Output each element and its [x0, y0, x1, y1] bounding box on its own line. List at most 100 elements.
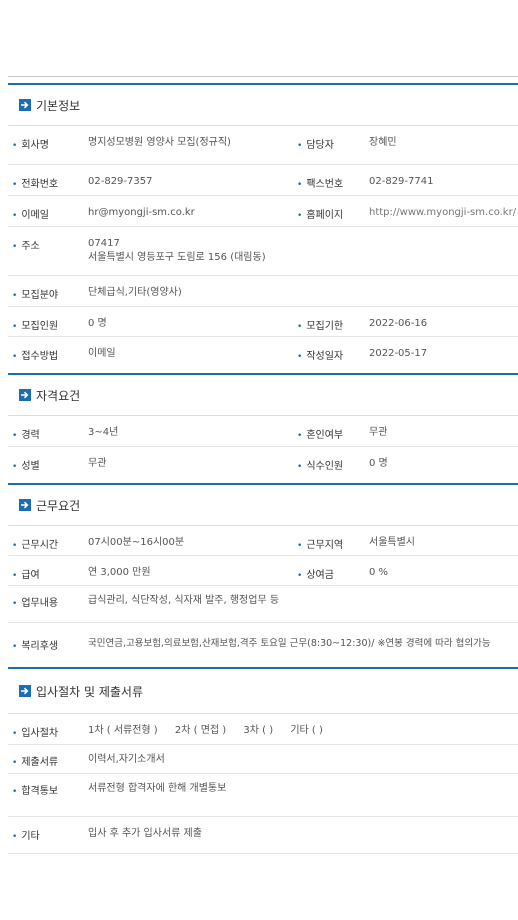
value-marriage: 무관	[369, 427, 388, 438]
label-steps: 입사절차	[21, 728, 59, 739]
value-fax: 02-829-7741	[369, 176, 434, 187]
row-field: • 모집분야 단체급식,기타(영양사)	[8, 276, 518, 307]
value-career: 3~4년	[88, 427, 119, 438]
label-notice: 합격통보	[21, 786, 59, 797]
bullet-icon: •	[12, 291, 18, 301]
bullet-icon: •	[297, 322, 303, 332]
bullet-icon: •	[12, 832, 18, 842]
label-written: 작성일자	[306, 351, 344, 362]
bullet-icon: •	[12, 431, 18, 441]
value-region: 서울특별시	[369, 537, 415, 548]
row-etc: • 기타 입사 후 추가 입사서류 제출	[8, 817, 518, 854]
step-1: 1차 ( 서류전형 )	[88, 725, 158, 736]
label-company: 회사명	[21, 140, 49, 151]
arrow-right-square-icon	[19, 389, 31, 401]
label-homepage: 홈페이지	[306, 210, 344, 221]
label-career: 경력	[21, 430, 40, 441]
label-address: 주소	[21, 241, 40, 252]
bullet-icon: •	[12, 599, 18, 609]
value-gender: 무관	[88, 458, 107, 469]
section-title-text: 입사절차 및 제출서류	[36, 684, 143, 699]
bullet-icon: •	[297, 571, 303, 581]
bullet-icon: •	[12, 571, 18, 581]
row-method: • 접수방법 이메일 • 작성일자 2022-05-17	[8, 337, 518, 373]
value-steps: 1차 ( 서류전형 ) 2차 ( 면접 ) 3차 ( ) 기타 ( )	[88, 724, 337, 738]
bullet-icon: •	[297, 352, 303, 362]
label-docs: 제출서류	[21, 757, 59, 768]
row-career: • 경력 3~4년 • 혼인여부 무관	[8, 416, 518, 447]
section-title-procedure: 입사절차 및 제출서류	[8, 669, 518, 714]
step-3: 3차 ( )	[243, 725, 274, 736]
bullet-icon: •	[297, 431, 303, 441]
row-steps: • 입사절차 1차 ( 서류전형 ) 2차 ( 면접 ) 3차 ( ) 기타 ( …	[8, 714, 518, 745]
value-method: 이메일	[88, 348, 116, 359]
top-divider	[8, 76, 518, 77]
value-etc: 입사 후 추가 입사서류 제출	[88, 828, 202, 839]
row-hours: • 근무시간 07시00분~16시00분 • 근무지역 서울특별시	[8, 526, 518, 556]
value-company: 명지성모병원 영양사 모집(정규직)	[88, 137, 231, 148]
row-phone: • 전화번호 02-829-7357 • 팩스번호 02-829-7741	[8, 165, 518, 196]
section-title-basic: 기본정보	[8, 85, 518, 126]
section-qualification: 자격요건 •경력 3~4년 •혼인여부 무관 •성별 무관 •식수인원	[8, 373, 518, 483]
bullet-icon: •	[297, 211, 303, 221]
bullet-icon: •	[297, 180, 303, 190]
label-region: 근무지역	[306, 540, 344, 551]
value-docs: 이력서,자기소개서	[88, 754, 165, 765]
section-title-text: 자격요건	[36, 388, 81, 403]
value-homepage[interactable]: http://www.myongji-sm.co.kr/	[369, 206, 516, 220]
label-meals: 식수인원	[306, 461, 344, 472]
label-count: 모집인원	[21, 321, 59, 332]
label-marriage: 혼인여부	[306, 430, 344, 441]
section-procedure: 입사절차 및 제출서류 • 입사절차 1차 ( 서류전형 ) 2차 ( 면접 ) …	[8, 667, 518, 854]
label-method: 접수방법	[21, 351, 59, 362]
value-salary: 연 3,000 만원	[88, 567, 151, 578]
label-fax: 팩스번호	[306, 179, 344, 190]
bullet-icon: •	[12, 211, 18, 221]
value-welfare: 국민연금,고용보험,의료보험,산재보험,격주 토요일 근무(8:30~12:30…	[88, 638, 491, 649]
value-written: 2022-05-17	[369, 348, 428, 359]
bullet-icon: •	[12, 322, 18, 332]
bullet-icon: •	[12, 462, 18, 472]
label-welfare: 복리후생	[21, 641, 59, 652]
row-welfare: • 복리후생 국민연금,고용보험,의료보험,산재보험,격주 토요일 근무(8:30…	[8, 623, 518, 667]
arrow-right-square-icon	[19, 99, 31, 111]
arrow-right-square-icon	[19, 685, 31, 697]
label-deadline: 모집기한	[306, 321, 344, 332]
bullet-icon: •	[12, 180, 18, 190]
job-posting-page: 기본정보 • 회사명 명지성모병원 영양사 모집(정규직) • 담당자 장혜민 • 전…	[0, 0, 518, 920]
row-salary: • 급여 연 3,000 만원 • 상여금 0 %	[8, 556, 518, 586]
value-deadline: 2022-06-16	[369, 318, 428, 329]
bullet-icon: •	[297, 541, 303, 551]
value-meals: 0 명	[369, 458, 388, 469]
row-gender: • 성별 무관 • 식수인원 0 명	[8, 447, 518, 483]
bullet-icon: •	[12, 541, 18, 551]
section-work-conditions: 근무요건 • 근무시간 07시00분~16시00분 • 근무지역 서울특별시 • 급여…	[8, 483, 518, 667]
value-hours: 07시00분~16시00분	[88, 537, 185, 548]
section-title-text: 기본정보	[36, 98, 81, 113]
step-2: 2차 ( 면접 )	[174, 725, 227, 736]
section-title-work: 근무요건	[8, 485, 518, 526]
label-gender: 성별	[21, 461, 40, 472]
bullet-icon: •	[12, 352, 18, 362]
section-title-text: 근무요건	[36, 498, 81, 513]
value-count: 0 명	[88, 318, 107, 329]
row-notice: • 합격통보 서류전형 합격자에 한해 개별통보	[8, 774, 518, 817]
label-bonus: 상여금	[306, 570, 334, 581]
value-phone: 02-829-7357	[88, 176, 153, 187]
value-notice: 서류전형 합격자에 한해 개별통보	[88, 783, 227, 794]
row-email: • 이메일 hr@myongji-sm.co.kr • 홈페이지 http://ww…	[8, 196, 518, 227]
value-duty: 급식관리, 식단작성, 식자재 발주, 행정업무 등	[88, 595, 280, 606]
value-zipcode: 07417	[88, 238, 120, 249]
step-etc: 기타 ( )	[290, 725, 323, 736]
label-hours: 근무시간	[21, 540, 59, 551]
row-docs: • 제출서류 이력서,자기소개서	[8, 745, 518, 774]
value-bonus: 0 %	[369, 567, 389, 578]
value-address: 서울특별시 영등포구 도림로 156 (대림동)	[88, 252, 266, 263]
bullet-icon: •	[12, 729, 18, 739]
label-duty: 업무내용	[21, 598, 59, 609]
row-company: • 회사명 명지성모병원 영양사 모집(정규직) • 담당자 장혜민	[8, 126, 518, 165]
bullet-icon: •	[297, 462, 303, 472]
section-basic-info: 기본정보 • 회사명 명지성모병원 영양사 모집(정규직) • 담당자 장혜민 • 전…	[8, 83, 518, 373]
row-address: • 주소 07417 서울특별시 영등포구 도림로 156 (대림동)	[8, 227, 518, 276]
value-email[interactable]: hr@myongji-sm.co.kr	[88, 206, 195, 220]
